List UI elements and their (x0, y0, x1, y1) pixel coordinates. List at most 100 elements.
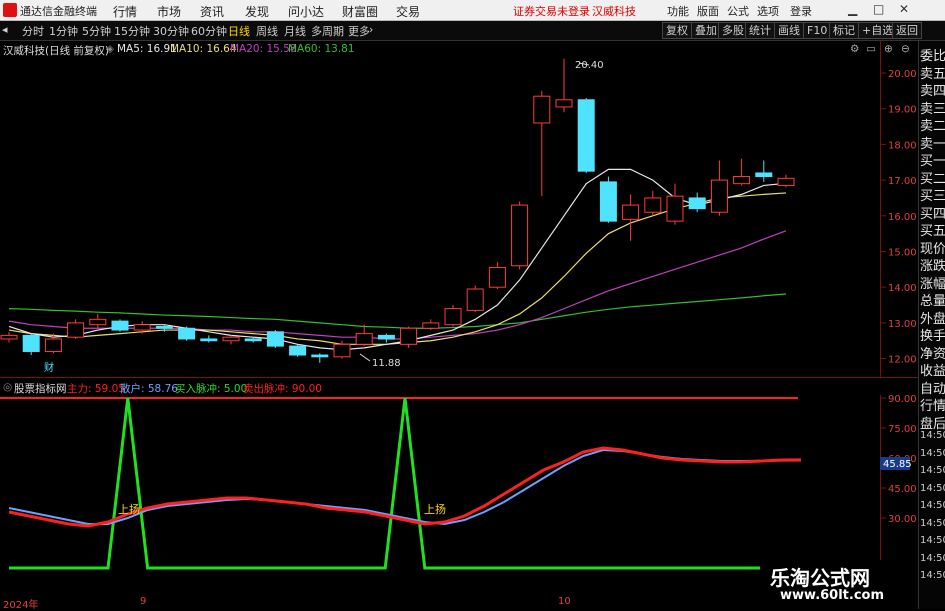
side-panel-item[interactable]: 14:50 (920, 518, 945, 529)
mark-button[interactable]: 标记 (829, 22, 859, 39)
period-tab-bar: ◂ 分时 1分钟 5分钟 15分钟 30分钟 60分钟 日线 周线 月线 多周期… (0, 21, 945, 41)
candle-body (644, 197, 662, 213)
back-button[interactable]: 返回 (892, 22, 922, 39)
menu-jiaoyi[interactable]: 交易 (396, 3, 420, 20)
candle-body (577, 99, 595, 172)
prev-arrow-icon[interactable]: ◂ (2, 23, 8, 36)
menu-wenxiaoda[interactable]: 问小达 (288, 3, 324, 20)
stats-button[interactable]: 统计 (745, 22, 775, 39)
tab-daily[interactable]: 日线 (228, 23, 250, 39)
candle-body (355, 333, 373, 345)
side-panel-item[interactable]: 自动 (920, 378, 945, 397)
tab-multi-period[interactable]: 多周期 (311, 23, 344, 39)
overlay-button[interactable]: 叠加 (691, 22, 721, 39)
candle-body (422, 322, 440, 329)
candle-body (511, 204, 529, 267)
draw-line-button[interactable]: 画线 (774, 22, 804, 39)
side-panel-item[interactable]: 14:50 (920, 483, 945, 494)
side-panel-item[interactable]: 委比 (920, 45, 945, 64)
maximize-icon[interactable]: □ (873, 2, 884, 16)
menu-faxian[interactable]: 发现 (245, 3, 269, 20)
multi-stock-button[interactable]: 多股 (718, 22, 748, 39)
price-tick-label: 18.00 (888, 140, 917, 151)
menu-hangqing[interactable]: 行情 (113, 3, 137, 20)
side-panel-item[interactable]: 14:50 (920, 553, 945, 564)
side-panel-item[interactable]: 涨幅 (920, 273, 945, 292)
menu-zixun[interactable]: 资讯 (200, 3, 224, 20)
price-tick-label: 20.00 (888, 69, 917, 80)
side-panel-item[interactable]: 外盘 (920, 308, 945, 327)
side-panel-item[interactable]: 14:50 (920, 448, 945, 459)
menu-gongshi[interactable]: 公式 (727, 3, 749, 19)
candle-body (89, 318, 107, 326)
candle-body (22, 334, 40, 352)
tab-30min[interactable]: 30分钟 (153, 23, 189, 39)
candle-body (311, 354, 329, 358)
side-panel-item[interactable]: 盘后 (920, 413, 945, 432)
side-panel-item[interactable]: 14:50 (920, 570, 945, 581)
indicator-icon[interactable]: ◎ (3, 381, 12, 393)
menu-gongneng[interactable]: 功能 (667, 3, 689, 19)
rise-label-2: 上扬 (424, 502, 446, 516)
side-panel-item[interactable]: 涨跌 (920, 255, 945, 274)
indicator-name: 股票指标网 (14, 383, 67, 395)
price-tick-label: 17.00 (888, 176, 917, 187)
quote-side-panel: 委比 卖五 卖四 卖三 卖二 卖一 买一 买二 买三 买四 买五 现价 涨跌 涨幅 总量 外盘 换手 净资 收益 自动… (918, 41, 945, 609)
trade-login-notice[interactable]: 证券交易未登录 (513, 3, 590, 19)
candle-body (755, 172, 773, 178)
side-panel-item[interactable]: 行情 (920, 395, 945, 414)
menu-shichang[interactable]: 市场 (157, 3, 181, 20)
menu-banmian[interactable]: 版面 (697, 3, 719, 19)
tab-more[interactable]: 更多 (348, 23, 370, 39)
side-panel-item[interactable]: 卖四 (920, 80, 945, 99)
side-panel-item[interactable]: 卖五 (920, 63, 945, 82)
candle-body (333, 343, 351, 358)
candle-body (733, 176, 751, 185)
f10-button[interactable]: F10 (803, 22, 832, 39)
side-panel-item[interactable]: 买一 (920, 150, 945, 169)
stock-name: 汉威科技 (592, 5, 636, 18)
watermark-url: www.60lt.com (780, 588, 885, 603)
minimize-icon[interactable]: ▁ (848, 2, 857, 16)
retail-label: 散户: 58.76 (120, 383, 178, 395)
side-panel-item[interactable]: 卖二 (920, 115, 945, 134)
side-panel-item[interactable]: 现价 (920, 238, 945, 257)
cai-marker[interactable]: 财 (44, 361, 54, 374)
candle-body (67, 322, 85, 338)
close-icon[interactable]: ✕ (899, 2, 909, 16)
price-tick-label: 13.00 (888, 319, 917, 330)
price-tick-label: 19.00 (888, 105, 917, 116)
candlestick-chart[interactable]: 20.00 19.00 18.00 17.00 16.00 15.00 14.00 13.00… (0, 41, 918, 378)
side-panel-item[interactable]: 总量 (920, 290, 945, 309)
side-panel-item[interactable]: 买四 (920, 203, 945, 222)
side-panel-item[interactable]: 14:50 (920, 500, 945, 511)
side-panel-item[interactable]: 买二 (920, 168, 945, 187)
more-chevron-icon[interactable]: › (369, 23, 373, 36)
side-panel-item[interactable]: 卖三 (920, 98, 945, 117)
candle-body (555, 99, 573, 108)
side-panel-item[interactable]: 14:50 (920, 535, 945, 546)
login-link[interactable]: 登录 (790, 3, 812, 19)
date-oct: 10 (558, 596, 571, 607)
side-panel-item[interactable]: 买三 (920, 185, 945, 204)
tab-5min[interactable]: 5分钟 (82, 23, 111, 39)
menu-xuanxiang[interactable]: 选项 (757, 3, 779, 19)
app-title: 通达信金融终端 (20, 5, 97, 18)
side-panel-item[interactable]: 换手 (920, 325, 945, 344)
tab-fenshi[interactable]: 分时 (22, 23, 44, 39)
side-panel-item[interactable]: 卖一 (920, 133, 945, 152)
high-annotation: 20.40 (575, 60, 604, 71)
tab-1min[interactable]: 1分钟 (49, 23, 78, 39)
tab-60min[interactable]: 60分钟 (191, 23, 227, 39)
side-panel-item[interactable]: 14:50 (920, 430, 945, 441)
tab-15min[interactable]: 15分钟 (114, 23, 150, 39)
side-panel-item[interactable]: 14:50 (920, 465, 945, 476)
side-panel-item[interactable]: 收益 (920, 360, 945, 379)
side-panel-item[interactable]: 净资 (920, 343, 945, 362)
side-panel-item[interactable]: 买五 (920, 220, 945, 239)
adjust-button[interactable]: 复权 (662, 22, 692, 39)
tab-weekly[interactable]: 周线 (256, 23, 278, 39)
tab-monthly[interactable]: 月线 (284, 23, 306, 39)
menu-caifuquan[interactable]: 财富圈 (342, 3, 378, 20)
candle-body (155, 325, 173, 329)
